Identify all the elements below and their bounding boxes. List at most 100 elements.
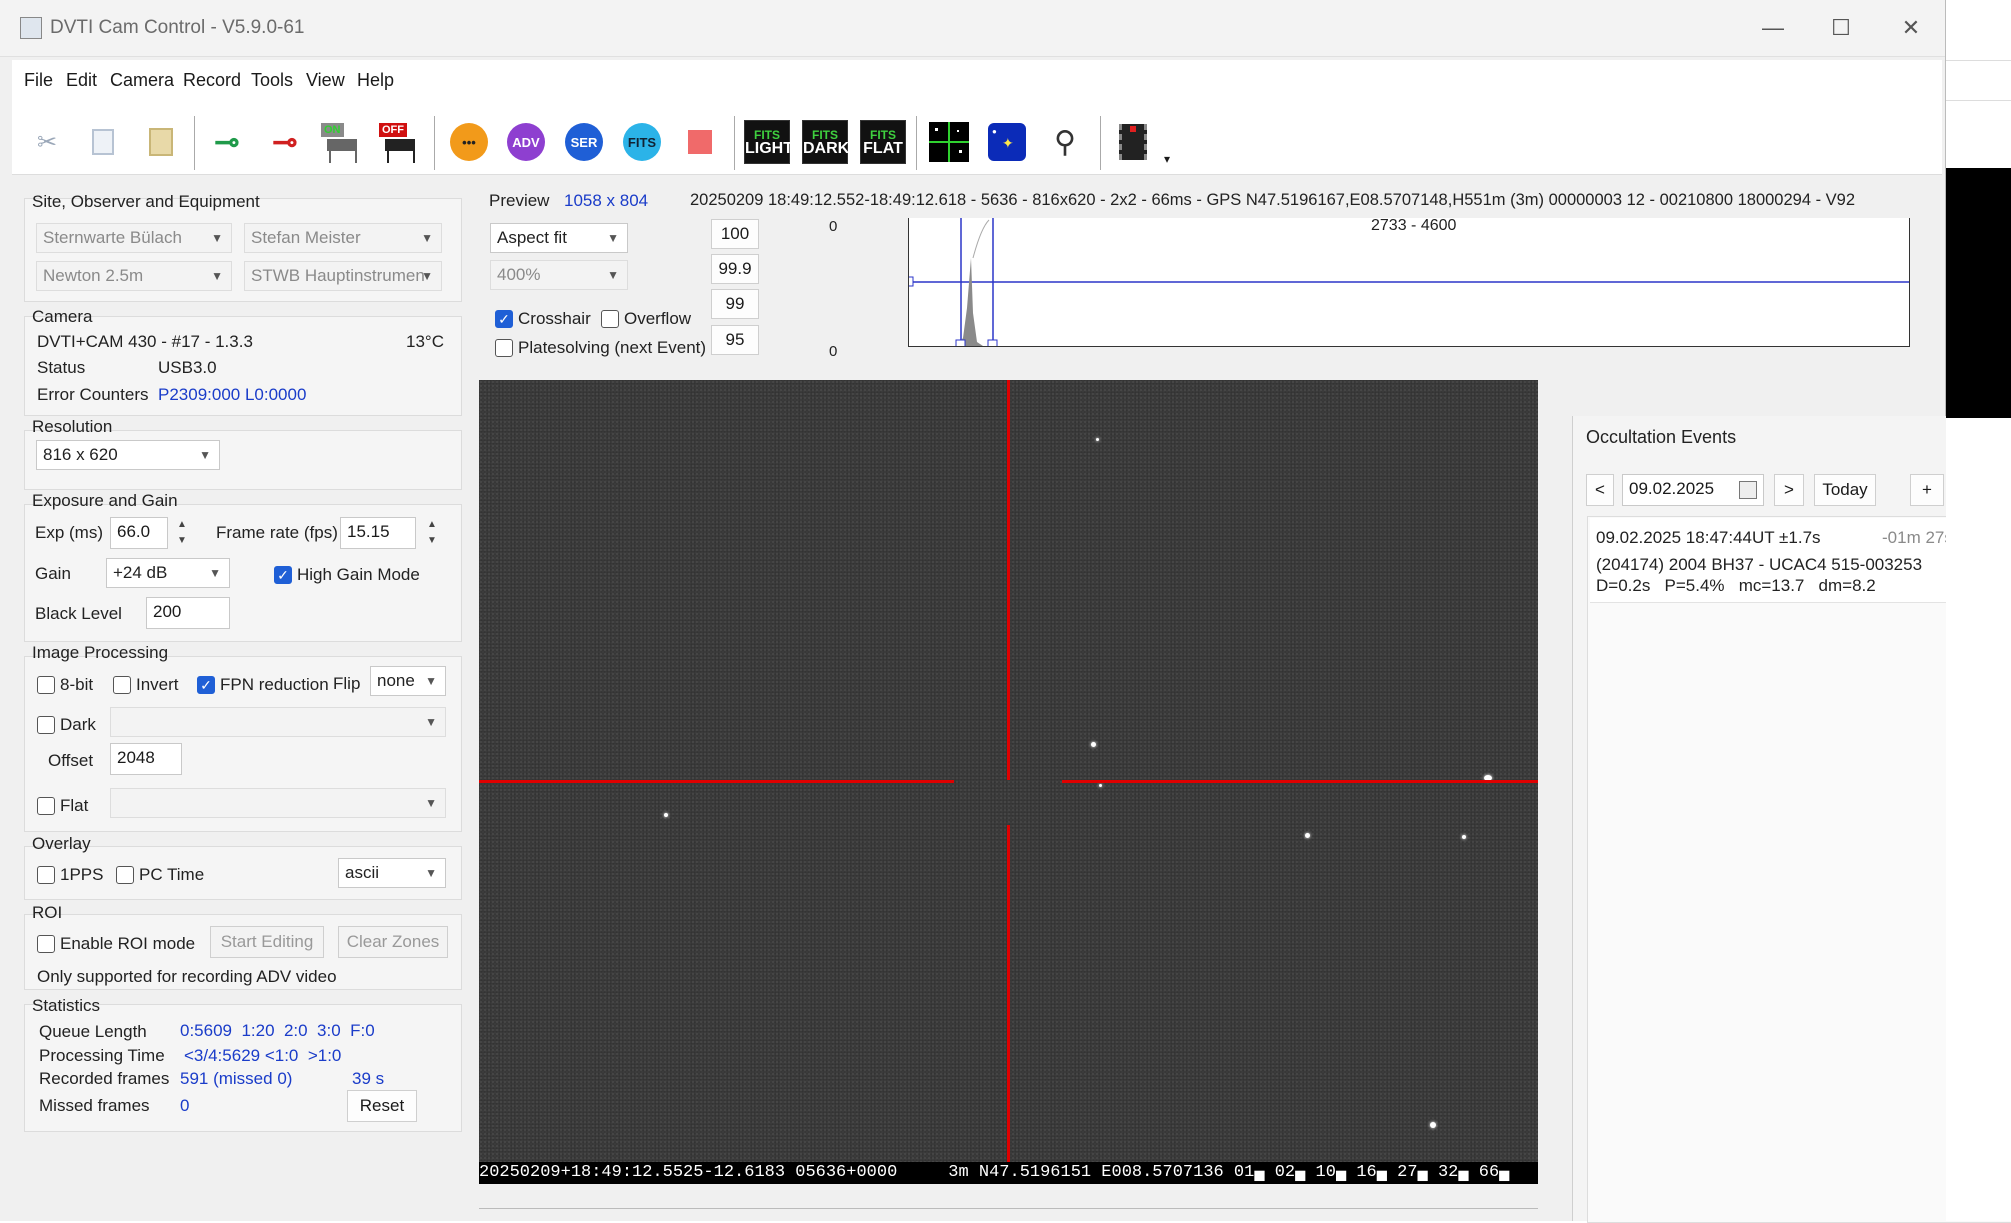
toolbar-separator [434,116,435,170]
chip-icon[interactable] [1110,118,1156,166]
today-button[interactable]: Today [1814,474,1876,506]
menu-camera[interactable]: Camera [110,70,174,91]
frame-rate-input[interactable]: 15.15 [340,517,416,549]
recorded-frames-label: Recorded frames [39,1069,170,1088]
statistics-group-title: Statistics [32,996,101,1015]
enable-roi-checkbox[interactable] [37,935,55,953]
platesolve-icon[interactable]: ✦ ● [984,118,1030,166]
recorded-frames-value: 591 (missed 0) [180,1069,293,1088]
gain-select[interactable]: +24 dB ▼ [106,558,230,588]
dark-file-select[interactable]: ▼ [110,707,446,737]
toolbar-overflow-arrow[interactable]: ▾ [1164,152,1170,166]
menu-tools[interactable]: Tools [251,70,293,91]
add-event-button[interactable]: + [1910,474,1944,506]
site-group-title: Site, Observer and Equipment [32,192,260,211]
fits-icon[interactable]: FITS [619,118,665,166]
level-95-button[interactable]: 95 [711,325,759,355]
telescope-icon[interactable]: ⚲ [1042,118,1088,166]
connect-icon[interactable]: ⊸ [204,118,250,166]
calendar-icon [1739,481,1757,499]
offset-input[interactable]: 2048 [110,743,182,775]
resolution-select[interactable]: 816 x 620 ▼ [36,440,220,470]
error-counters-value: P2309:000 L0:0000 [158,385,307,404]
queue-length-label: Queue Length [39,1022,147,1041]
paste-icon[interactable] [138,118,184,166]
exposure-input[interactable]: 66.0 [110,517,168,549]
level-100-button[interactable]: 100 [711,219,759,249]
menu-edit[interactable]: Edit [66,70,97,91]
menu-view[interactable]: View [306,70,345,91]
1pps-label: 1PPS [60,865,104,884]
fits-dark-icon[interactable]: FITS DARK [802,118,849,166]
exposure-label: Exp (ms) [35,523,103,542]
level-99-button[interactable]: 99 [711,289,759,319]
video-footer [479,1184,1538,1209]
clear-zones-button[interactable]: Clear Zones [338,926,448,958]
camera-on-icon[interactable]: ON [318,118,364,166]
1pps-checkbox[interactable] [37,866,55,884]
invert-checkbox[interactable] [113,676,131,694]
pc-time-checkbox[interactable] [116,866,134,884]
camera-off-icon[interactable]: OFF [376,118,422,166]
telescope-select[interactable]: Newton 2.5m ▼ [36,261,232,291]
histogram[interactable] [908,218,1910,347]
scissors-icon[interactable]: ✂ [24,118,70,166]
menu-record[interactable]: Record [183,70,241,91]
exposure-spinner[interactable]: ▲ ▼ [172,517,192,549]
ser-icon[interactable]: SER [561,118,607,166]
prev-date-button[interactable]: < [1586,474,1614,506]
flip-label: Flip [333,674,361,693]
crosshair-checkbox[interactable]: ✓ [495,310,513,328]
maximize-button[interactable]: ☐ [1818,12,1864,44]
crosshair-vertical [1007,825,1010,1184]
instrument-select[interactable]: STWB Hauptinstrumen ▼ [244,261,442,291]
menu-file[interactable]: File [24,70,53,91]
more-icon[interactable]: ••• [446,118,492,166]
invert-label: Invert [136,675,179,694]
queue-length-value: 0:5609 1:20 2:0 3:0 F:0 [180,1021,375,1040]
8bit-checkbox[interactable] [37,676,55,694]
menu-help[interactable]: Help [357,70,394,91]
reset-button[interactable]: Reset [347,1090,417,1122]
next-date-button[interactable]: > [1774,474,1804,506]
observer-select[interactable]: Stefan Meister ▼ [244,223,442,253]
minimize-button[interactable]: — [1750,12,1796,44]
date-picker[interactable]: 09.02.2025 [1622,474,1764,506]
high-gain-checkbox[interactable]: ✓ [274,566,292,584]
starfield-icon[interactable] [926,118,972,166]
flat-file-select[interactable]: ▼ [110,788,446,818]
frame-rate-spinner[interactable]: ▲ ▼ [422,517,442,549]
zoom-select[interactable]: 400% ▼ [490,260,628,290]
recorded-time-value: 39 s [352,1069,385,1088]
chevron-down-icon: ▼ [199,448,211,462]
missed-frames-label: Missed frames [39,1096,150,1115]
overflow-checkbox[interactable] [601,310,619,328]
list-item[interactable]: 09.02.2025 18:47:44UT ±1.7s -01m 27s 🗑 (… [1590,518,2002,603]
dark-checkbox[interactable] [37,716,55,734]
site-select[interactable]: Sternwarte Bülach ▼ [36,223,232,253]
disconnect-icon[interactable]: ⊸ [262,118,308,166]
start-editing-button[interactable]: Start Editing [210,926,324,958]
black-level-input[interactable]: 200 [146,597,230,629]
event-countdown: -01m 27s [1882,528,1953,547]
flip-select[interactable]: none ▼ [370,666,446,696]
copy-icon[interactable] [80,118,126,166]
fit-mode-select[interactable]: Aspect fit ▼ [490,223,628,253]
platesolving-checkbox[interactable] [495,339,513,357]
background-window [1946,0,2011,1221]
overlay-mode-select[interactable]: ascii ▼ [338,858,446,888]
adv-icon[interactable]: ADV [503,118,549,166]
crosshair-horizontal [479,780,954,783]
star [1462,835,1466,839]
fpn-reduction-checkbox[interactable]: ✓ [197,676,215,694]
fits-light-icon[interactable]: FITS LIGHT [744,118,793,166]
stop-icon[interactable] [677,118,723,166]
video-preview[interactable] [479,380,1538,1184]
level-99.9-button[interactable]: 99.9 [711,254,759,284]
menu-bar [12,60,1942,112]
fits-flat-icon[interactable]: FITS FLAT [860,118,906,166]
flat-checkbox[interactable] [37,797,55,815]
crosshair-horizontal [1062,780,1538,783]
close-button[interactable]: ✕ [1888,12,1934,44]
dark-label: Dark [60,715,96,734]
